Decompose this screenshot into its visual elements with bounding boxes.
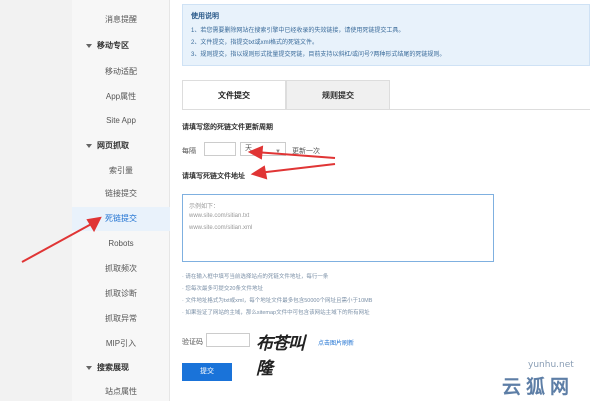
annotation-arrows	[21, 145, 336, 263]
red-arrow	[254, 151, 336, 159]
page: 消息提醒 移动专区 移动适配 App属性 Site App 网页抓取 索引量 链…	[0, 0, 600, 401]
arrowhead	[247, 145, 264, 160]
arrowhead	[86, 216, 102, 233]
arrowhead	[250, 165, 268, 180]
watermark-url: yunhu.net	[528, 360, 574, 370]
watermark-logo: 云狐网	[502, 376, 575, 398]
red-arrow	[21, 221, 96, 263]
red-arrow	[257, 163, 336, 174]
